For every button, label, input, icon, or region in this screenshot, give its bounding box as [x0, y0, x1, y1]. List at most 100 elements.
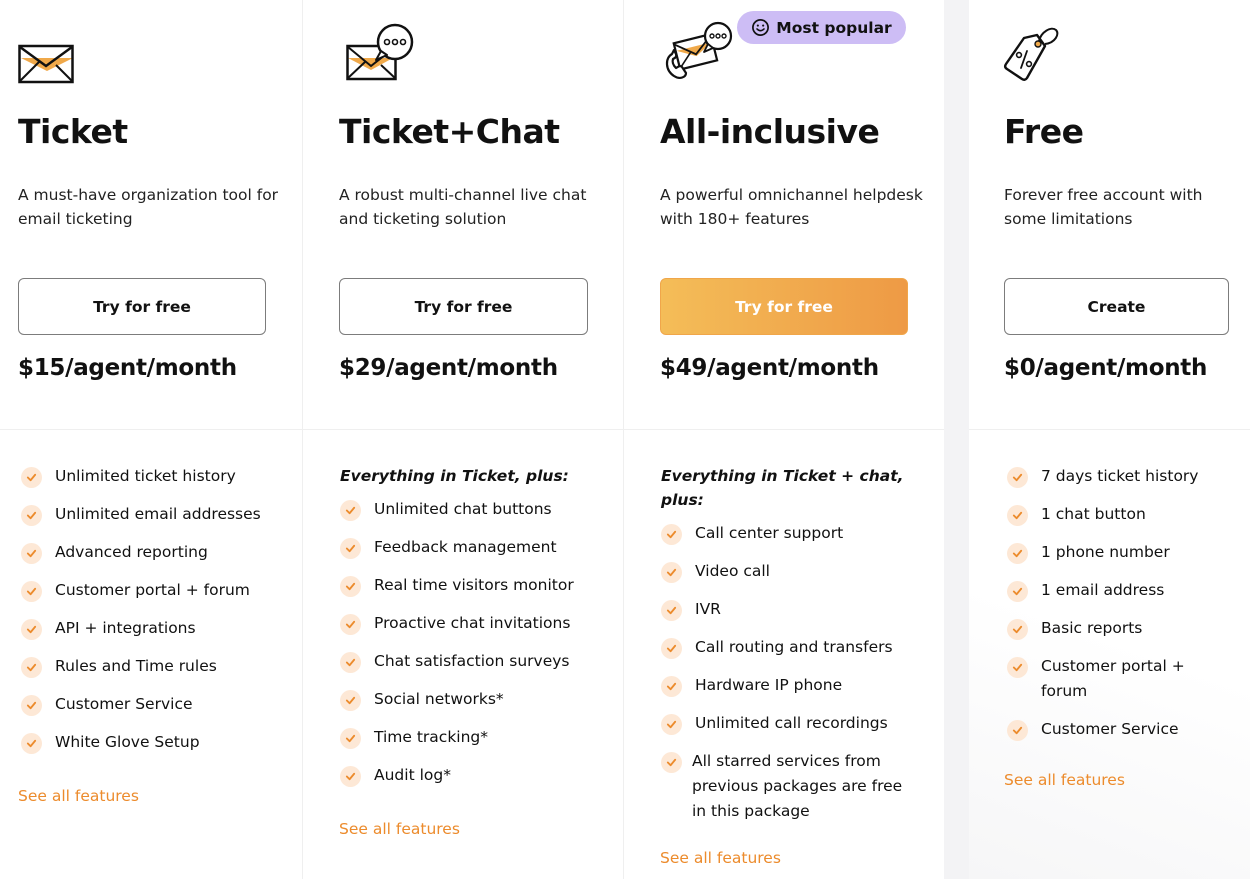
- plan-price: $0/agent/month: [1004, 355, 1208, 381]
- plan-description: A must-have organization tool for email …: [18, 186, 279, 228]
- check-icon: [340, 538, 361, 559]
- try-for-free-button[interactable]: Try for free: [339, 278, 588, 335]
- feature-item: Audit log*: [340, 763, 620, 788]
- check-icon: [340, 728, 361, 749]
- check-icon: [21, 657, 42, 678]
- check-icon: [1007, 505, 1028, 526]
- check-icon: [340, 690, 361, 711]
- feature-item: Proactive chat invitations: [340, 611, 620, 636]
- feature-item: 1 phone number: [1007, 540, 1227, 565]
- feature-label: White Glove Setup: [55, 733, 200, 751]
- see-all-features-link[interactable]: See all features: [18, 787, 139, 805]
- feature-list: Unlimited ticket history Unlimited email…: [18, 464, 301, 805]
- plan-title: Free: [1004, 112, 1084, 151]
- feature-label: Hardware IP phone: [695, 676, 843, 694]
- plan-description: A powerful omnichannel helpdesk with 180…: [660, 186, 923, 228]
- feature-label: Time tracking*: [374, 728, 489, 746]
- check-icon: [661, 524, 682, 545]
- feature-item: All starred services from previous packa…: [661, 749, 911, 824]
- feature-item: Customer Service: [1007, 717, 1227, 742]
- feature-label: Call center support: [695, 524, 844, 542]
- envelope-icon: [18, 44, 74, 84]
- most-popular-badge: Most popular: [737, 11, 906, 44]
- feature-label: Advanced reporting: [55, 543, 208, 561]
- feature-label: 1 chat button: [1041, 505, 1146, 523]
- feature-list: 7 days ticket history 1 chat button 1 ph…: [1004, 464, 1227, 789]
- check-icon: [21, 543, 42, 564]
- feature-label: Audit log*: [374, 766, 451, 784]
- see-all-features-link[interactable]: See all features: [339, 820, 460, 838]
- feature-item: Unlimited chat buttons: [340, 497, 620, 522]
- check-icon: [661, 600, 682, 621]
- check-icon: [661, 562, 682, 583]
- plan-card-all-inclusive: Most popular All-inclusive A powerful om…: [624, 0, 944, 879]
- feature-label: IVR: [695, 600, 721, 618]
- feature-label: 1 phone number: [1041, 543, 1170, 561]
- check-icon: [21, 581, 42, 602]
- try-for-free-button[interactable]: Try for free: [18, 278, 266, 335]
- see-all-features-link[interactable]: See all features: [660, 849, 781, 867]
- feature-label: Proactive chat invitations: [374, 614, 571, 632]
- feature-lead: Everything in Ticket, plus:: [340, 467, 569, 485]
- feature-label: Video call: [695, 562, 770, 580]
- feature-item: Customer portal + forum: [1007, 654, 1197, 704]
- feature-label: Rules and Time rules: [55, 657, 217, 675]
- check-icon: [661, 714, 682, 735]
- price-tag-icon: [1004, 27, 1059, 81]
- check-icon: [340, 766, 361, 787]
- check-icon: [1007, 581, 1028, 602]
- feature-item: Social networks*: [340, 687, 620, 712]
- feature-label: API + integrations: [55, 619, 196, 637]
- check-icon: [21, 695, 42, 716]
- feature-item: Feedback management: [340, 535, 620, 560]
- create-button[interactable]: Create: [1004, 278, 1229, 335]
- feature-list: Everything in Ticket + chat, plus: Call …: [660, 464, 941, 867]
- plan-title: Ticket+Chat: [339, 112, 560, 151]
- feature-item: Unlimited ticket history: [21, 464, 301, 489]
- feature-label: Customer portal + forum: [55, 581, 250, 599]
- feature-label: All starred services from previous packa…: [692, 752, 903, 820]
- check-icon: [1007, 657, 1028, 678]
- feature-item: Hardware IP phone: [661, 673, 941, 698]
- badge-label: Most popular: [776, 18, 892, 37]
- feature-label: Call routing and transfers: [695, 638, 893, 656]
- feature-item: Unlimited call recordings: [661, 711, 941, 736]
- feature-item: 1 chat button: [1007, 502, 1227, 527]
- feature-lead: Everything in Ticket + chat, plus:: [661, 467, 904, 509]
- feature-label: Customer Service: [55, 695, 193, 713]
- feature-label: Chat satisfaction surveys: [374, 652, 570, 670]
- plan-title: All-inclusive: [660, 112, 880, 151]
- phone-envelope-chat-icon: [665, 21, 733, 79]
- feature-item: Real time visitors monitor: [340, 573, 620, 598]
- smiley-icon: [752, 19, 770, 36]
- feature-label: 1 email address: [1041, 581, 1165, 599]
- feature-label: Feedback management: [374, 538, 557, 556]
- feature-item: Advanced reporting: [21, 540, 301, 565]
- plan-header: Ticket A must-have organization tool for…: [0, 0, 302, 430]
- check-icon: [340, 500, 361, 521]
- plan-header: Most popular All-inclusive A powerful om…: [624, 0, 944, 430]
- plan-price: $49/agent/month: [660, 355, 879, 381]
- check-icon: [21, 619, 42, 640]
- feature-item: IVR: [661, 597, 941, 622]
- see-all-features-link[interactable]: See all features: [1004, 771, 1125, 789]
- check-icon: [661, 752, 682, 773]
- feature-item: Unlimited email addresses: [21, 502, 301, 527]
- plan-card-ticket: Ticket A must-have organization tool for…: [0, 0, 303, 879]
- feature-label: 7 days ticket history: [1041, 467, 1199, 485]
- feature-item: Time tracking*: [340, 725, 620, 750]
- plan-description: A robust multi-channel live chat and tic…: [339, 186, 587, 228]
- plan-title: Ticket: [18, 112, 128, 151]
- feature-item: Chat satisfaction surveys: [340, 649, 620, 674]
- check-icon: [1007, 619, 1028, 640]
- feature-item: API + integrations: [21, 616, 301, 641]
- feature-item: Rules and Time rules: [21, 654, 301, 679]
- try-for-free-button[interactable]: Try for free: [660, 278, 908, 335]
- feature-item: Call center support: [661, 521, 941, 546]
- check-icon: [21, 467, 42, 488]
- feature-list: Everything in Ticket, plus: Unlimited ch…: [339, 464, 620, 838]
- feature-label: Real time visitors monitor: [374, 576, 574, 594]
- feature-item: 7 days ticket history: [1007, 464, 1227, 489]
- plan-price: $29/agent/month: [339, 355, 558, 381]
- envelope-chat-icon: [346, 23, 414, 81]
